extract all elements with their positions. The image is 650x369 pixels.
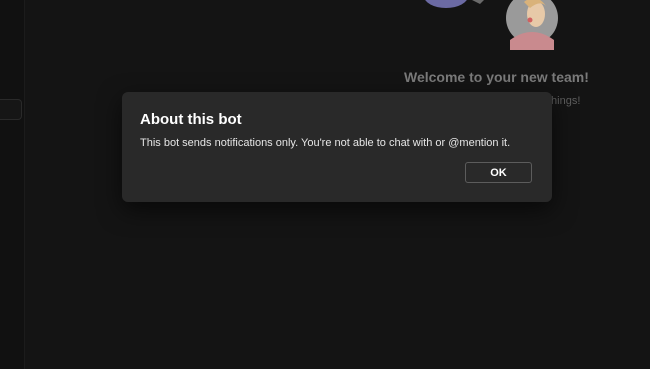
welcome-title: Welcome to your new team!: [404, 69, 589, 85]
left-rail: [0, 0, 25, 369]
ok-button[interactable]: OK: [465, 162, 532, 183]
chat-bubble-icon: [472, 0, 484, 4]
dialog-title: About this bot: [140, 111, 242, 128]
rail-tab[interactable]: [0, 99, 22, 120]
dialog-message: This bot sends notifications only. You'r…: [140, 137, 511, 149]
team-avatar-purple-icon: [425, 0, 467, 8]
app-window: Welcome to your new team! things! About …: [0, 0, 650, 369]
welcome-illustration: [425, 0, 558, 50]
person-avatar-icon: [506, 0, 558, 50]
about-bot-dialog: About this bot This bot sends notificati…: [122, 92, 552, 202]
welcome-subtitle: things!: [548, 95, 581, 107]
